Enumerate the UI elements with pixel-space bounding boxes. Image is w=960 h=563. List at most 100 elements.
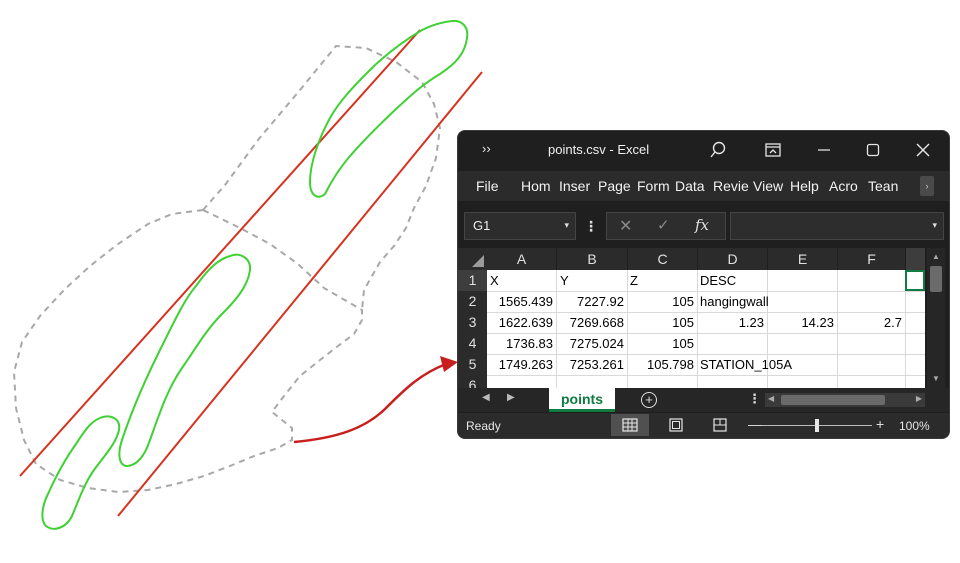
fault-line-upper xyxy=(19,29,421,477)
scroll-left-icon[interactable]: ◀ xyxy=(768,394,774,403)
pointer-arrowhead xyxy=(440,356,458,372)
cell-d5[interactable]: STATION_105A xyxy=(700,354,792,375)
column-header-e[interactable]: E xyxy=(768,248,837,270)
cell-b5[interactable]: 7253.261 xyxy=(570,354,624,375)
cell-e3[interactable]: 14.23 xyxy=(801,312,834,333)
vein-bottom xyxy=(41,415,121,530)
name-box-value: G1 xyxy=(473,218,491,233)
cell-c5[interactable]: 105.798 xyxy=(647,354,694,375)
tab-data[interactable]: Data xyxy=(675,178,705,194)
sheet-tabs-bar: ◀ ▶ points + ⋮ ◀ ▶ xyxy=(458,388,949,412)
status-bar: Ready — + 100% xyxy=(458,413,949,438)
formula-input[interactable]: ▾ xyxy=(730,212,944,240)
normal-view-button[interactable] xyxy=(611,414,649,436)
formula-bar: G1 ▾ ⋮ ✕ ✓ fx ▾ xyxy=(458,209,949,243)
spreadsheet-grid: A B C D E F 1 2 3 4 5 6 X Y Z DESC 1565.… xyxy=(458,248,949,388)
cell-b1[interactable]: Y xyxy=(560,270,569,291)
tab-acrobat[interactable]: Acro xyxy=(829,178,858,194)
normal-view-icon xyxy=(622,418,638,432)
name-box[interactable]: G1 ▾ xyxy=(464,212,576,240)
excel-window: ›› points.csv - Excel File Hom Inser Pag… xyxy=(457,130,950,439)
row-header-4[interactable]: 4 xyxy=(458,333,487,354)
row-header-1[interactable]: 1 xyxy=(458,270,487,291)
cancel-icon[interactable]: ✕ xyxy=(619,216,632,236)
horizontal-scroll-thumb[interactable] xyxy=(781,395,885,405)
row-header-6[interactable]: 6 xyxy=(458,375,487,388)
cell-d3[interactable]: 1.23 xyxy=(739,312,764,333)
cell-c2[interactable]: 105 xyxy=(672,291,694,312)
column-header-d[interactable]: D xyxy=(698,248,767,270)
cell-a1[interactable]: X xyxy=(490,270,499,291)
scroll-down-icon[interactable]: ▼ xyxy=(930,374,942,383)
tab-formulas[interactable]: Form xyxy=(637,178,670,194)
tab-team[interactable]: Tean xyxy=(868,178,898,194)
minimize-icon[interactable] xyxy=(814,140,834,160)
status-ready: Ready xyxy=(466,419,501,433)
cell-area[interactable]: X Y Z DESC 1565.439 7227.92 105 hangingw… xyxy=(487,270,925,388)
boundary-lower-outline xyxy=(12,209,363,494)
cell-d1[interactable]: DESC xyxy=(700,270,736,291)
sheet-tab-points[interactable]: points xyxy=(549,388,615,412)
scroll-up-icon[interactable]: ▲ xyxy=(930,252,942,261)
cell-b2[interactable]: 7227.92 xyxy=(577,291,624,312)
title-bar: ›› points.csv - Excel xyxy=(458,131,949,169)
column-header-g[interactable] xyxy=(906,248,925,270)
ribbon-tabs: File Hom Inser Page Form Data Revie View… xyxy=(458,171,949,201)
zoom-level[interactable]: 100% xyxy=(899,419,930,433)
cell-d2[interactable]: hangingwall xyxy=(700,291,769,312)
cell-a2[interactable]: 1565.439 xyxy=(499,291,553,312)
cell-f3[interactable]: 2.7 xyxy=(884,312,902,333)
insert-function-button[interactable]: fx xyxy=(695,216,709,234)
tab-insert[interactable]: Inser xyxy=(559,178,590,194)
zoom-in-button[interactable]: + xyxy=(876,416,884,432)
page-layout-view-button[interactable] xyxy=(657,414,695,436)
chevron-down-icon[interactable]: ▾ xyxy=(564,220,569,231)
cell-a3[interactable]: 1622.639 xyxy=(499,312,553,333)
tab-file[interactable]: File xyxy=(476,178,499,194)
cell-b3[interactable]: 7269.668 xyxy=(570,312,624,333)
scroll-right-icon[interactable]: ▶ xyxy=(916,394,922,403)
more-options-icon[interactable]: ⋮ xyxy=(584,218,598,235)
column-header-f[interactable]: F xyxy=(838,248,905,270)
tab-view[interactable]: View xyxy=(753,178,783,194)
tab-review[interactable]: Revie xyxy=(713,178,749,194)
tab-home[interactable]: Hom xyxy=(521,178,551,194)
ribbon-scroll-right-button[interactable]: › xyxy=(920,176,934,196)
row-header-3[interactable]: 3 xyxy=(458,312,487,333)
cell-a5[interactable]: 1749.263 xyxy=(499,354,553,375)
active-cell-g1[interactable] xyxy=(905,270,925,291)
vein-top xyxy=(308,19,469,198)
select-all-button[interactable] xyxy=(458,248,487,270)
row-header-2[interactable]: 2 xyxy=(458,291,487,312)
tab-page-layout[interactable]: Page xyxy=(598,178,631,194)
vertical-scroll-thumb[interactable] xyxy=(930,266,942,292)
cell-b4[interactable]: 7275.024 xyxy=(570,333,624,354)
row-header-5[interactable]: 5 xyxy=(458,354,487,375)
column-header-b[interactable]: B xyxy=(557,248,627,270)
close-icon[interactable] xyxy=(913,140,933,160)
horizontal-scrollbar[interactable]: ◀ ▶ xyxy=(765,393,925,407)
page-break-view-button[interactable] xyxy=(701,414,739,436)
tab-help[interactable]: Help xyxy=(790,178,819,194)
add-sheet-icon[interactable]: + xyxy=(641,392,657,408)
ribbon-display-icon[interactable] xyxy=(763,140,783,160)
fault-line-lower xyxy=(117,71,483,517)
previous-sheet-icon[interactable]: ◀ xyxy=(482,392,490,403)
enter-icon[interactable]: ✓ xyxy=(657,216,670,234)
cell-c1[interactable]: Z xyxy=(630,270,638,291)
expand-formula-bar-icon[interactable]: ▾ xyxy=(932,220,937,231)
cell-a4[interactable]: 1736.83 xyxy=(506,333,553,354)
vertical-scrollbar[interactable]: ▲ ▼ xyxy=(927,248,945,388)
zoom-out-button[interactable]: — xyxy=(748,416,762,432)
column-header-c[interactable]: C xyxy=(628,248,697,270)
tabs-more-icon[interactable]: ⋮ xyxy=(748,391,761,407)
zoom-slider-thumb[interactable] xyxy=(815,419,819,432)
next-sheet-icon[interactable]: ▶ xyxy=(507,392,515,403)
quick-access-overflow[interactable]: ›› xyxy=(482,141,491,156)
window-title: points.csv - Excel xyxy=(548,142,650,157)
cell-c3[interactable]: 105 xyxy=(672,312,694,333)
maximize-icon[interactable] xyxy=(863,140,883,160)
column-header-a[interactable]: A xyxy=(487,248,556,270)
search-icon[interactable] xyxy=(708,140,728,160)
cell-c4[interactable]: 105 xyxy=(672,333,694,354)
